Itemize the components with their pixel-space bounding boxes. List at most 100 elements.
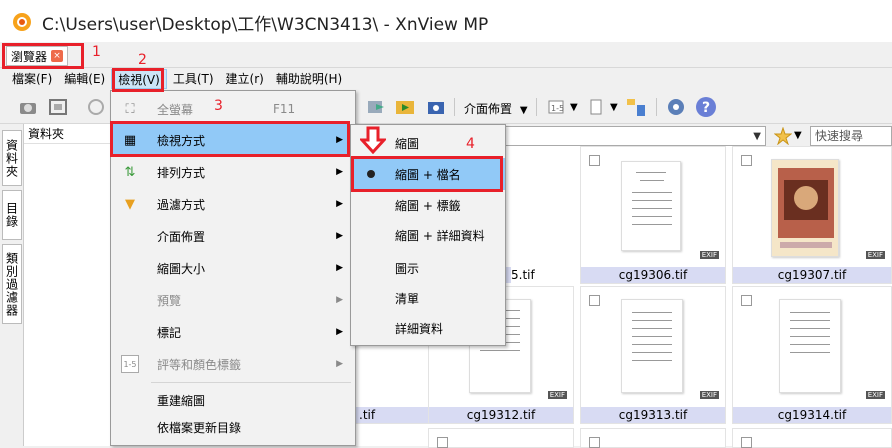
side-tab-strip: 資料夾 目錄 類別過濾器	[0, 124, 24, 446]
thumbnail-cell[interactable]	[580, 428, 726, 448]
submenu-arrow-icon: ▶	[336, 327, 343, 337]
thumbnail-cell[interactable]	[428, 428, 574, 448]
xnview-logo-icon	[12, 12, 32, 32]
refresh-icon[interactable]	[84, 96, 108, 118]
folder-panel: 資料夾	[24, 124, 114, 446]
submenu-arrow-icon: ▶	[336, 167, 343, 177]
menu-help[interactable]: 輔助說明(H)	[270, 69, 348, 89]
thumbnail-image	[621, 161, 681, 251]
annotation-number-4: 4	[466, 136, 475, 152]
select-checkbox[interactable]	[589, 437, 600, 448]
annotation-box-4	[351, 156, 503, 192]
chevron-down-icon[interactable]: ▼	[570, 102, 578, 113]
annotation-box-3	[110, 121, 350, 157]
menu-item-update-catalog[interactable]: 依檔案更新目錄	[111, 411, 355, 443]
thumbnail-cell[interactable]: EXIF cg19306.tif	[580, 146, 726, 284]
menu-item-tag[interactable]: 標記 ▶	[111, 316, 355, 348]
thumbnail-image	[771, 159, 839, 257]
chevron-down-icon: ▼	[519, 105, 528, 116]
toolbar-separator	[656, 98, 657, 116]
file-name: cg19313.tif	[581, 407, 725, 423]
menu-tools[interactable]: 工具(T)	[167, 69, 220, 89]
thumbnail-cell[interactable]: EXIF cg19313.tif	[580, 286, 726, 424]
menu-item-preview[interactable]: 預覽 ▶	[111, 284, 355, 316]
svg-text:1-5: 1-5	[551, 104, 564, 113]
annotation-number-3: 3	[214, 98, 223, 114]
sort-icon: ⇅	[124, 164, 136, 180]
layout-dropdown[interactable]: 介面佈置 ▼	[464, 100, 528, 117]
side-tab-folders[interactable]: 資料夾	[2, 130, 22, 186]
export-icon[interactable]	[364, 96, 388, 118]
menu-edit[interactable]: 編輯(E)	[58, 69, 111, 89]
exif-badge: EXIF	[865, 391, 885, 399]
select-checkbox[interactable]	[589, 155, 600, 166]
filter-icon: ▼	[125, 196, 135, 212]
rating-icon: 1-5	[121, 355, 139, 373]
menu-item-thumbnail-size[interactable]: 縮圖大小 ▶	[111, 252, 355, 284]
submenu-arrow-icon: ▶	[336, 199, 343, 209]
side-tab-catalog[interactable]: 目錄	[2, 190, 22, 240]
toolbar-separator	[454, 98, 455, 116]
gear-icon[interactable]	[664, 96, 688, 118]
chevron-down-icon[interactable]: ▼	[794, 130, 802, 141]
quick-search-input[interactable]: 快速搜尋	[810, 126, 892, 146]
menu-file[interactable]: 檔案(F)	[6, 69, 58, 89]
exif-badge: EXIF	[547, 391, 567, 399]
submenu-item-list[interactable]: 清單	[351, 282, 505, 314]
slideshow-icon[interactable]	[394, 96, 418, 118]
exif-badge: EXIF	[865, 251, 885, 259]
select-checkbox[interactable]	[589, 295, 600, 306]
layout-dropdown-label: 介面佈置	[464, 102, 513, 116]
menu-item-sort[interactable]: ⇅ 排列方式 ▶	[111, 156, 355, 188]
select-checkbox[interactable]	[741, 437, 752, 448]
submenu-item-icons[interactable]: 圖示	[351, 252, 505, 284]
thumbnail-cell[interactable]: EXIF cg19307.tif	[732, 146, 892, 284]
svg-text:?: ?	[702, 100, 710, 116]
toolbar-separator	[536, 98, 537, 116]
star-icon[interactable]	[773, 126, 793, 148]
exif-badge: EXIF	[699, 251, 719, 259]
menu-create[interactable]: 建立(r)	[220, 69, 270, 89]
submenu-arrow-icon: ▶	[336, 295, 343, 305]
submenu-item-thumbnails-details[interactable]: 縮圖 + 詳細資料	[351, 219, 505, 251]
submenu-arrow-icon: ▶	[336, 359, 343, 369]
select-checkbox[interactable]	[741, 155, 752, 166]
submenu-item-details[interactable]: 詳細資料	[351, 312, 505, 344]
submenu-item-thumbnails-labels[interactable]: 縮圖 + 標籤	[351, 189, 505, 221]
menu-item-rating-color[interactable]: 1-5 評等和顏色標籤 ▶	[111, 348, 355, 380]
menu-item-layout[interactable]: 介面佈置 ▶	[111, 220, 355, 252]
rating-icon[interactable]: 1-5	[544, 96, 568, 118]
fit-window-icon[interactable]	[46, 96, 70, 118]
chevron-down-icon[interactable]: ▼	[753, 131, 761, 142]
side-tab-category-filter[interactable]: 類別過濾器	[2, 244, 22, 324]
file-name: cg19306.tif	[581, 267, 725, 283]
thumbnail-cell[interactable]: EXIF cg19314.tif	[732, 286, 892, 424]
thumbnail-cell[interactable]	[732, 428, 892, 448]
thumbnail-image	[621, 299, 683, 393]
thumbnail-image	[779, 299, 841, 393]
exif-badge: EXIF	[699, 391, 719, 399]
annotation-box-2	[112, 68, 164, 92]
arrow-down-icon	[358, 126, 388, 157]
window-title: C:\Users\user\Desktop\工作\W3CN3413\ - XnV…	[42, 15, 489, 35]
annotation-number-2: 2	[138, 52, 147, 68]
submenu-arrow-icon: ▶	[336, 263, 343, 273]
menu-item-filter[interactable]: ▼ 過濾方式 ▶	[111, 188, 355, 220]
folder-tree-icon[interactable]	[624, 96, 648, 118]
annotation-box-1	[2, 43, 84, 69]
folder-panel-header: 資料夾	[24, 124, 113, 144]
fullscreen-icon: ⛶	[125, 101, 135, 117]
select-checkbox[interactable]	[741, 295, 752, 306]
tab-bar: 瀏覽器 ×	[0, 42, 892, 68]
title-bar: C:\Users\user\Desktop\工作\W3CN3413\ - XnV…	[0, 0, 892, 42]
file-name: cg19314.tif	[733, 407, 891, 423]
help-icon[interactable]: ?	[694, 96, 718, 118]
file-name: cg19312.tif	[429, 407, 573, 423]
menu-separator	[151, 382, 351, 383]
bookmark-icon[interactable]	[584, 96, 608, 118]
file-name: cg19307.tif	[733, 267, 891, 283]
camera-icon[interactable]	[16, 96, 40, 118]
select-checkbox[interactable]	[437, 437, 448, 448]
chevron-down-icon[interactable]: ▼	[610, 102, 618, 113]
screenshot-icon[interactable]	[424, 96, 448, 118]
